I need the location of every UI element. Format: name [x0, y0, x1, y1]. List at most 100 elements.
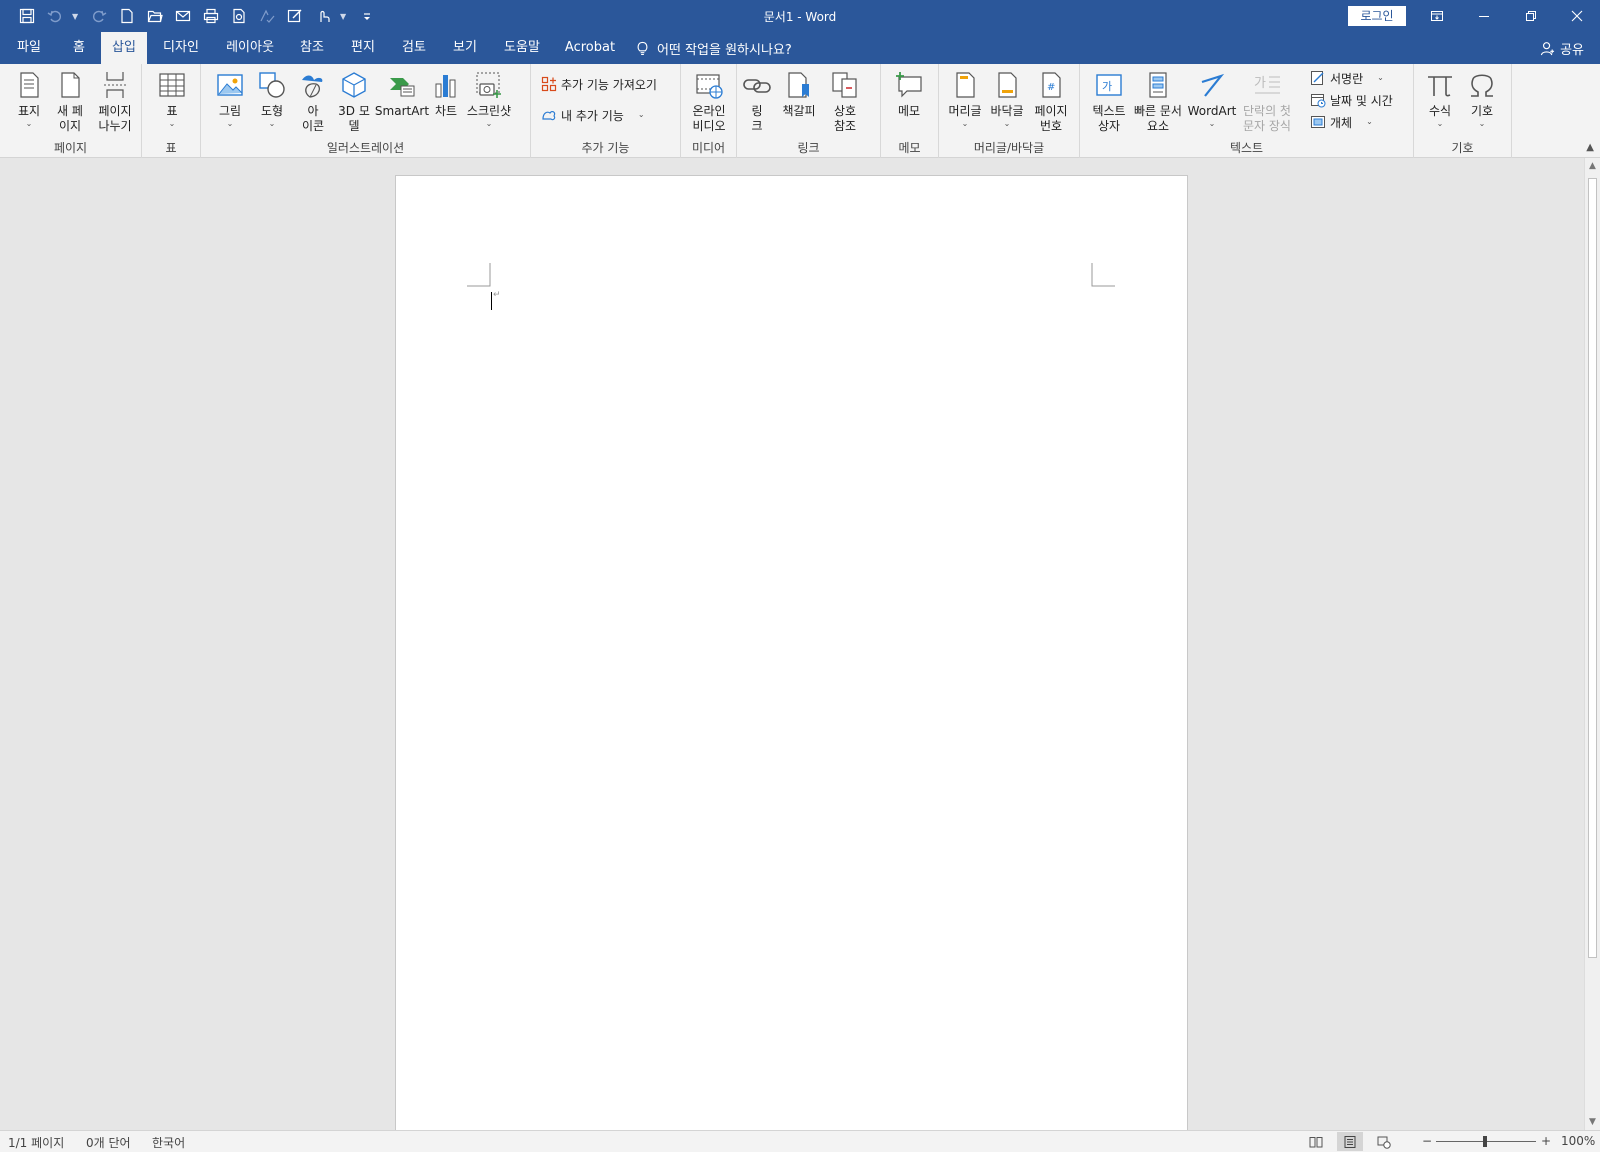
cover-page-button[interactable]: 표지 ⌄: [10, 68, 48, 129]
blank-page-label: 새 페 이지: [57, 104, 83, 133]
chevron-down-icon: ⌄: [1366, 117, 1373, 126]
3d-models-button[interactable]: 3D 모 델: [333, 68, 375, 134]
bar-chart-icon: [435, 75, 456, 98]
smartart-icon: [390, 78, 415, 97]
symbol-button[interactable]: 기호 ⌄: [1462, 68, 1502, 129]
icons-button[interactable]: 아 이콘: [295, 68, 331, 134]
tab-mailings[interactable]: 편지: [343, 32, 383, 64]
ribbon-tab-bar: 파일 홈 삽입 디자인 레이아웃 참조 편지 검토 보기 도움말 Acrobat…: [0, 32, 1600, 64]
language-indicator[interactable]: 한국어: [152, 1134, 185, 1151]
share-button[interactable]: 공유: [1540, 32, 1584, 64]
store-icon: [541, 76, 557, 92]
bookmark-button[interactable]: 책갈피: [777, 68, 821, 119]
chevron-down-icon: ⌄: [1478, 119, 1486, 128]
restore-button[interactable]: [1508, 0, 1554, 32]
tab-view[interactable]: 보기: [445, 32, 485, 64]
get-addins-button[interactable]: 추가 기능 가져오기: [541, 74, 657, 94]
word-count[interactable]: 0개 단어: [86, 1134, 131, 1151]
group-pages-label: 페이지: [53, 141, 88, 155]
tell-me-search[interactable]: 어떤 작업을 원하시나요?: [636, 32, 792, 64]
zoom-in-button[interactable]: +: [1541, 1134, 1551, 1148]
header-button[interactable]: 머리글 ⌄: [945, 68, 985, 129]
tab-layout[interactable]: 레이아웃: [218, 32, 282, 64]
online-video-button[interactable]: 온라인 비디오: [687, 68, 731, 134]
footer-button[interactable]: 바닥글 ⌄: [987, 68, 1027, 129]
pi-icon: [1428, 76, 1452, 97]
tab-acrobat[interactable]: Acrobat: [560, 32, 620, 64]
book-icon: [1309, 1136, 1323, 1147]
login-button[interactable]: 로그인: [1348, 6, 1406, 26]
tab-review[interactable]: 검토: [394, 32, 434, 64]
tab-design[interactable]: 디자인: [155, 32, 207, 64]
paragraph-mark-icon: ↵: [493, 290, 501, 300]
shapes-button[interactable]: 도형 ⌄: [253, 68, 291, 129]
close-button[interactable]: [1554, 0, 1600, 32]
page-break-icon: [104, 72, 126, 98]
shapes-icon: [259, 72, 285, 98]
zoom-level[interactable]: 100%: [1561, 1134, 1595, 1148]
smartart-button[interactable]: SmartArt: [375, 68, 429, 119]
group-symbols: 수식 ⌄ 기호 ⌄ 기호: [1414, 64, 1512, 158]
new-comment-button[interactable]: 메모: [889, 68, 929, 119]
my-addins-button[interactable]: 내 추가 기능 ⌄: [541, 105, 645, 125]
link-label: 링 크: [751, 104, 763, 133]
group-illustrations-label: 일러스트레이션: [326, 141, 405, 155]
margin-corner-top-left: [467, 263, 491, 287]
tab-insert[interactable]: 삽입: [101, 32, 147, 64]
minimize-button[interactable]: [1461, 0, 1507, 32]
object-button[interactable]: 개체 ⌄: [1310, 112, 1373, 132]
scroll-down-icon[interactable]: ▼: [1585, 1114, 1600, 1130]
table-button[interactable]: 표 ⌄: [152, 68, 192, 129]
link-icon: [743, 79, 771, 93]
wordart-button[interactable]: WordArt ⌄: [1186, 68, 1238, 129]
page-break-button[interactable]: 페이지 나누기: [92, 68, 138, 134]
page-count[interactable]: 1/1 페이지: [8, 1134, 64, 1151]
icons-icon: [302, 75, 323, 98]
calendar-icon: [1311, 94, 1326, 108]
link-button[interactable]: 링 크: [739, 68, 775, 134]
blank-page-button[interactable]: 새 페 이지: [50, 68, 90, 134]
tab-references[interactable]: 참조: [292, 32, 332, 64]
text-box-button[interactable]: 가 텍스트 상자: [1088, 68, 1130, 134]
signature-line-button[interactable]: 서명란 ⌄: [1310, 68, 1384, 88]
online-video-icon: [696, 74, 723, 99]
read-mode-button[interactable]: [1303, 1132, 1329, 1151]
text-box-icon: 가: [1096, 74, 1122, 96]
tab-home[interactable]: 홈: [62, 32, 96, 64]
zoom-slider-thumb[interactable]: [1483, 1136, 1487, 1147]
print-layout-button[interactable]: [1337, 1132, 1363, 1151]
share-label: 공유: [1560, 42, 1584, 58]
ribbon-display-options-button[interactable]: [1414, 0, 1460, 32]
web-layout-button[interactable]: [1371, 1132, 1397, 1151]
footer-icon: [998, 72, 1017, 98]
cross-reference-button[interactable]: 상호 참조: [823, 68, 867, 134]
equation-button[interactable]: 수식 ⌄: [1420, 68, 1460, 129]
group-tables-label: 표: [165, 141, 177, 155]
picture-button[interactable]: 그림 ⌄: [211, 68, 249, 129]
quick-parts-button[interactable]: 빠른 문서 요소: [1130, 68, 1186, 134]
cube-icon: [342, 72, 366, 98]
chart-button[interactable]: 차트: [427, 68, 465, 119]
scroll-thumb[interactable]: [1588, 178, 1597, 958]
zoom-out-button[interactable]: −: [1422, 1134, 1432, 1148]
date-time-button[interactable]: 날짜 및 시간: [1310, 90, 1393, 110]
document-page[interactable]: ↵: [395, 175, 1188, 1130]
text-box-label: 텍스트 상자: [1092, 104, 1126, 133]
screenshot-button[interactable]: 스크린샷 ⌄: [463, 68, 515, 129]
tab-file[interactable]: 파일: [6, 32, 52, 64]
margin-corner-top-right: [1091, 263, 1115, 287]
group-media-label: 미디어: [691, 141, 726, 155]
group-tables: 표 ⌄ 표: [142, 64, 201, 158]
page-number-button[interactable]: # 페이지 번호: [1029, 68, 1073, 134]
vertical-scrollbar[interactable]: ▲ ▼: [1584, 158, 1600, 1130]
chevron-down-icon: ⌄: [637, 110, 645, 119]
quick-parts-icon: [1149, 72, 1167, 98]
page-break-label: 페이지 나누기: [98, 104, 132, 133]
drop-cap-button[interactable]: 가 단락의 첫 문자 장식: [1238, 68, 1296, 134]
tab-help[interactable]: 도움말: [496, 32, 548, 64]
chevron-down-icon: ⌄: [226, 119, 234, 128]
person-icon: [1540, 41, 1555, 55]
collapse-ribbon-icon[interactable]: ▲: [1586, 142, 1594, 153]
scroll-up-icon[interactable]: ▲: [1585, 158, 1600, 174]
date-time-label: 날짜 및 시간: [1330, 93, 1393, 108]
